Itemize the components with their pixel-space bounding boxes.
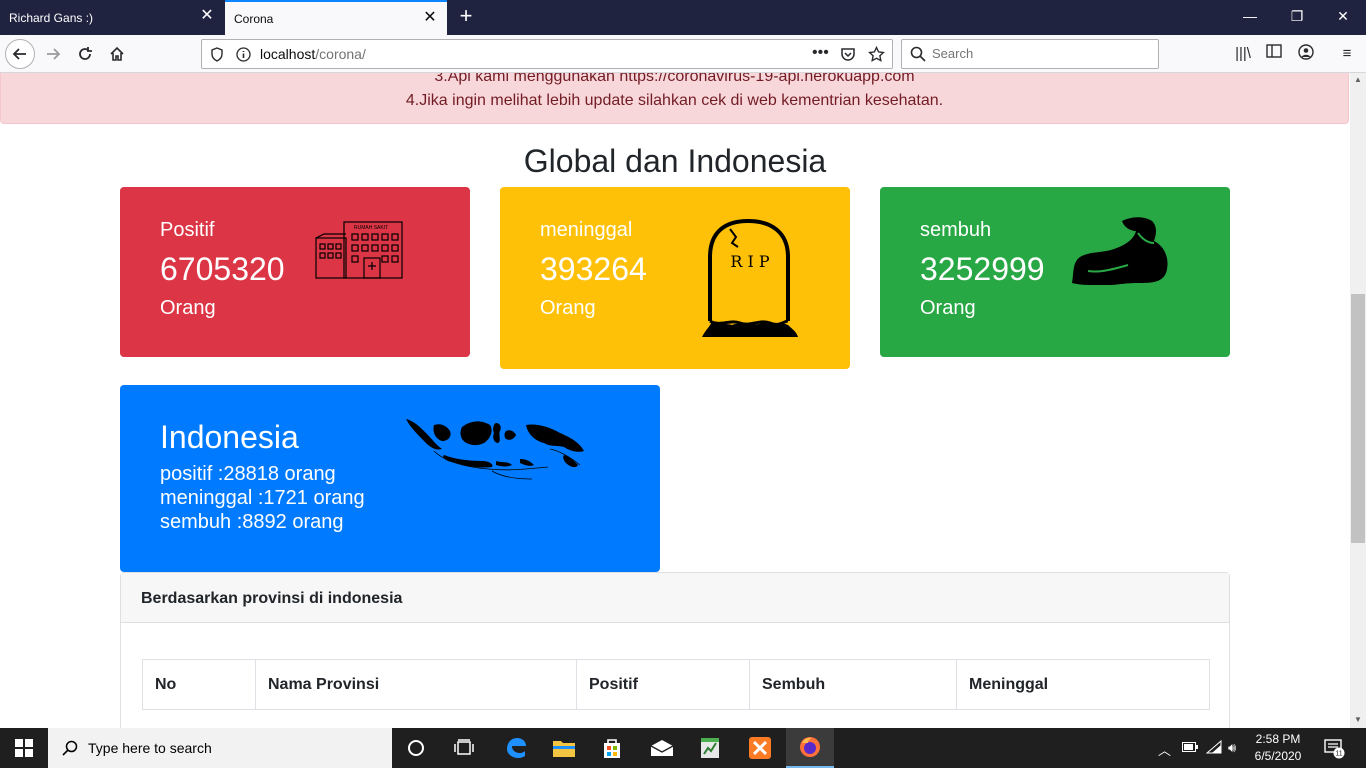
page-viewport: 3.Api kami menggunakan https://coronavir… (0, 73, 1350, 728)
tab-title: Corona (234, 11, 274, 26)
muscle-arm-icon (1072, 217, 1168, 285)
forward-button[interactable] (38, 39, 68, 69)
bookmark-star-icon[interactable] (868, 46, 885, 63)
url-text: localhost/corona/ (260, 46, 366, 62)
home-button[interactable] (102, 39, 132, 69)
card-header-title: Berdasarkan provinsi di indonesia (141, 590, 403, 607)
scroll-up-arrow-icon[interactable]: ▲ (1350, 73, 1366, 87)
mail-icon[interactable] (648, 734, 676, 762)
column-header: Sembuh (749, 659, 957, 710)
indonesia-meninggal: meninggal :1721 orang (160, 487, 365, 509)
url-bar[interactable]: localhost/corona/ ••• (201, 39, 893, 69)
card-value: 393264 (540, 251, 647, 287)
meninggal-card: meninggal 393264 Orang R I P (500, 187, 850, 369)
reload-icon (79, 47, 92, 60)
shield-icon (211, 47, 223, 62)
taskbar-clock[interactable]: 2:58 PM 6/5/2020 (1248, 731, 1308, 765)
microsoft-store-icon[interactable] (598, 734, 626, 762)
card-unit: Orang (160, 297, 216, 319)
indonesia-map-icon (406, 419, 584, 480)
card-label: Positif (160, 219, 215, 241)
task-view-icon[interactable] (450, 734, 478, 762)
xampp-icon[interactable] (746, 734, 774, 762)
svg-text:RUMAH SAKIT: RUMAH SAKIT (354, 225, 388, 231)
svg-text:R I P: R I P (730, 252, 770, 271)
column-header: Positif (576, 659, 750, 710)
close-window-icon[interactable]: ✕ (1333, 6, 1353, 26)
back-button[interactable] (5, 39, 35, 69)
minimize-icon[interactable]: — (1240, 6, 1260, 26)
edge-browser-icon[interactable] (502, 734, 530, 762)
indonesia-card: Indonesia positif :28818 orang meninggal… (120, 385, 660, 572)
indonesia-sembuh: sembuh :8892 orang (160, 511, 344, 533)
indonesia-positif: positif :28818 orang (160, 463, 336, 485)
info-icon[interactable] (236, 47, 251, 62)
scroll-down-arrow-icon[interactable]: ▼ (1350, 713, 1366, 727)
card-header: Berdasarkan provinsi di indonesia (121, 573, 1229, 623)
alert-line-4: 4.Jika ingin melihat lebih update silahk… (405, 92, 944, 109)
province-table-card: Berdasarkan provinsi di indonesia No Nam… (120, 572, 1230, 728)
home-icon (110, 46, 124, 61)
column-header: Meninggal (956, 659, 1210, 710)
account-icon[interactable] (1296, 44, 1316, 64)
card-unit: Orang (920, 297, 976, 319)
column-header: Nama Provinsi (255, 659, 577, 710)
restore-icon[interactable]: ❐ (1287, 6, 1307, 26)
tombstone-icon: R I P (702, 218, 798, 337)
close-tab-icon[interactable]: ✕ (200, 8, 214, 24)
card-value: 6705320 (160, 251, 285, 287)
action-center-icon[interactable]: 11 (1320, 734, 1348, 762)
volume-icon[interactable]: 🔊︎ (1228, 740, 1236, 756)
taskbar-search-box[interactable]: Type here to search (48, 728, 392, 768)
library-icon[interactable]: |||\ (1233, 44, 1253, 64)
hospital-icon: RUMAH SAKIT (315, 221, 403, 279)
sublime-notes-icon[interactable] (696, 734, 724, 762)
card-label: meninggal (540, 219, 633, 241)
search-bar[interactable] (901, 39, 1159, 69)
battery-icon[interactable] (1182, 740, 1198, 755)
close-tab-icon[interactable]: ✕ (423, 10, 437, 26)
tab-title: Richard Gans :) (9, 10, 94, 25)
file-explorer-icon[interactable] (550, 734, 578, 762)
scrollbar-thumb[interactable] (1351, 294, 1365, 543)
windows-logo-icon (15, 739, 33, 757)
card-unit: Orang (540, 297, 596, 319)
taskbar-search-placeholder: Type here to search (88, 740, 212, 756)
menu-icon[interactable]: ≡ (1337, 44, 1357, 64)
card-value: 3252999 (920, 251, 1045, 287)
cortana-icon[interactable] (402, 734, 430, 762)
clock-time: 2:58 PM (1255, 732, 1301, 746)
search-icon (910, 46, 926, 62)
alert-line-3: 3.Api kami menggunakan https://coronavir… (434, 73, 915, 85)
search-icon (62, 740, 78, 756)
arrow-left-icon (12, 48, 26, 60)
reload-button[interactable] (70, 39, 100, 69)
browser-tab-bar: Richard Gans :) ✕ Corona ✕ + — ❐ ✕ (0, 0, 1366, 35)
info-alert: 3.Api kami menggunakan https://coronavir… (0, 73, 1349, 124)
firefox-taskbar-icon[interactable] (786, 728, 834, 768)
wifi-icon[interactable] (1205, 739, 1222, 757)
browser-nav-bar: localhost/corona/ ••• |||\ ≡ (0, 35, 1366, 73)
show-hidden-icons-icon[interactable]: ︿ (1158, 740, 1171, 759)
tab-richard-gans[interactable]: Richard Gans :) ✕ (0, 0, 224, 35)
sembuh-card: sembuh 3252999 Orang (880, 187, 1230, 357)
card-label: sembuh (920, 219, 992, 241)
page-actions-icon[interactable]: ••• (812, 44, 829, 62)
sidebar-icon[interactable] (1264, 44, 1284, 64)
province-table: No Nama Provinsi Positif Sembuh Meningga… (142, 659, 1210, 710)
search-input[interactable] (932, 46, 1142, 61)
tab-corona[interactable]: Corona ✕ (225, 0, 447, 35)
notification-count: 11 (1335, 751, 1342, 758)
start-button[interactable] (0, 728, 48, 768)
clock-date: 6/5/2020 (1254, 749, 1302, 763)
new-tab-button[interactable]: + (455, 5, 477, 27)
table-header-row: No Nama Provinsi Positif Sembuh Meningga… (142, 659, 1210, 710)
card-title: Indonesia (160, 419, 299, 455)
positif-card: Positif 6705320 Orang RUMAH SAKIT (120, 187, 470, 357)
page-title: Global dan Indonesia (523, 143, 827, 179)
arrow-right-icon (47, 48, 61, 60)
windows-taskbar: Type here to search ︿ 🔊︎ 2:58 PM 6/5/202… (0, 728, 1366, 768)
column-header: No (142, 659, 256, 710)
pocket-icon[interactable] (840, 47, 856, 62)
